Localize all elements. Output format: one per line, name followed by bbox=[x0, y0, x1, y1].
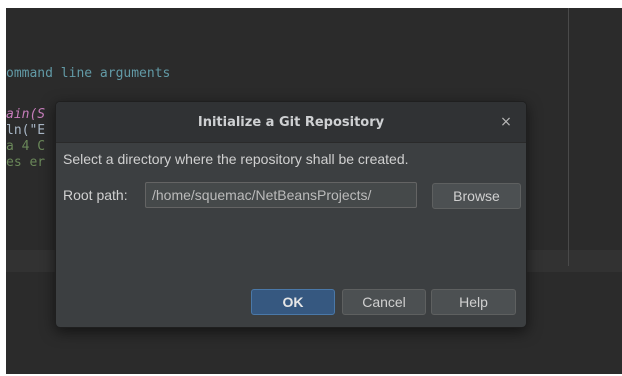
dialog-title: Initialize a Git Repository bbox=[197, 115, 385, 130]
code-line-comment: ommand line arguments bbox=[6, 66, 171, 81]
code-line-string-1: a 4 C bbox=[6, 139, 46, 154]
root-path-label: Root path: bbox=[63, 187, 128, 203]
code-line-println: ln("E bbox=[6, 123, 46, 138]
help-button[interactable]: Help bbox=[431, 289, 516, 315]
code-line-string-2: es er bbox=[6, 155, 46, 170]
code-line-main: ain(S bbox=[6, 107, 46, 122]
cancel-button[interactable]: Cancel bbox=[342, 289, 426, 315]
dialog-message: Select a directory where the repository … bbox=[63, 151, 409, 167]
root-path-input[interactable] bbox=[145, 182, 417, 208]
init-git-repository-dialog: Initialize a Git Repository × Select a d… bbox=[55, 101, 527, 328]
ok-button[interactable]: OK bbox=[251, 289, 335, 315]
close-icon[interactable]: × bbox=[496, 112, 516, 132]
right-margin-line bbox=[568, 8, 569, 266]
screen: ommand line arguments ain(S ln("E a 4 C … bbox=[0, 0, 622, 376]
browse-button[interactable]: Browse bbox=[432, 183, 521, 209]
dialog-titlebar[interactable]: Initialize a Git Repository × bbox=[56, 102, 526, 143]
